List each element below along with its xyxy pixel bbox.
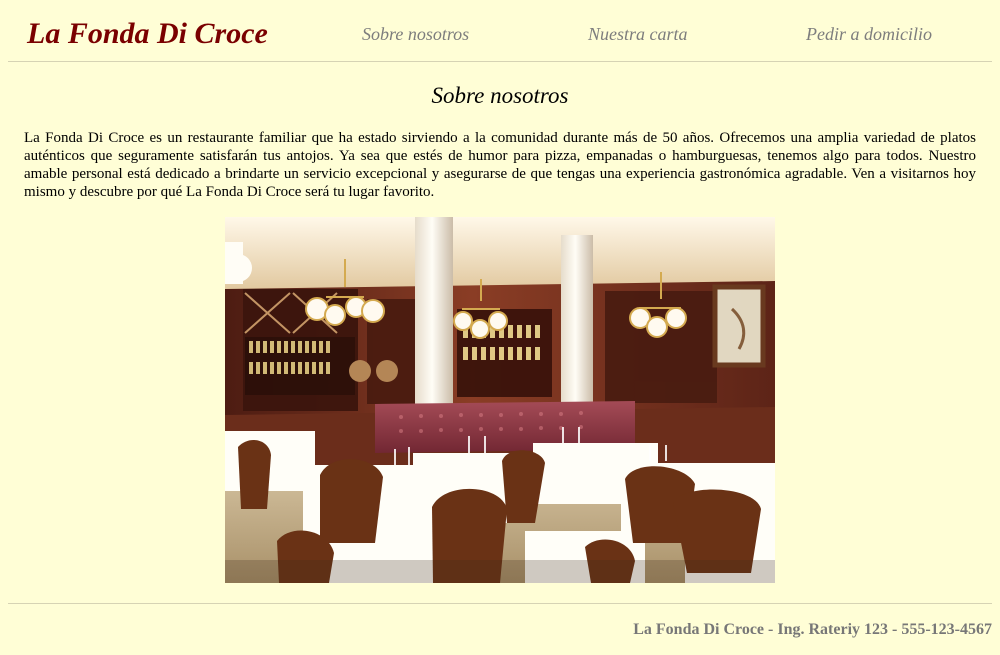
nav-link-sobre-nosotros[interactable]: Sobre nosotros (362, 23, 469, 45)
page-title: Sobre nosotros (431, 83, 569, 108)
restaurant-interior-photo (225, 217, 775, 583)
restaurant-logo-title[interactable]: La Fonda Di Croce (27, 17, 268, 51)
nav-link-nuestra-carta[interactable]: Nuestra carta (588, 23, 688, 45)
footer-contact-info: La Fonda Di Croce - Ing. Rateriy 123 - 5… (633, 621, 992, 638)
nav-link-pedir-domicilio[interactable]: Pedir a domicilio (806, 23, 932, 45)
site-footer: La Fonda Di Croce - Ing. Rateriy 123 - 5… (8, 603, 992, 655)
site-header: La Fonda Di Croce Sobre nosotros Nuestra… (8, 0, 992, 62)
restaurant-interior-illustration (225, 217, 775, 583)
about-paragraph: La Fonda Di Croce es un restaurante fami… (24, 130, 976, 200)
